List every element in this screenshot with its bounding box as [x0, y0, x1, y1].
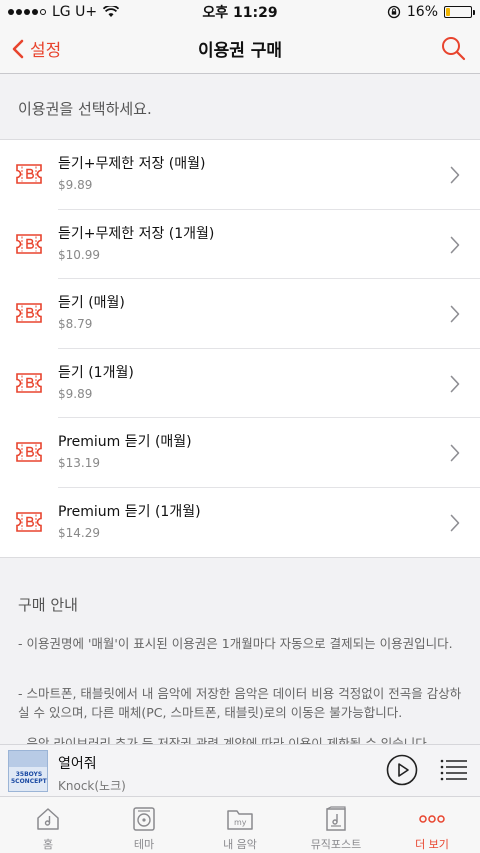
playlist-icon: [440, 759, 467, 781]
ticket-icon: [16, 303, 42, 323]
tab-music-post[interactable]: 뮤직포스트: [288, 797, 384, 853]
ticket-icon: [16, 372, 42, 393]
chevron-right-icon: [450, 305, 460, 323]
play-icon: [386, 754, 418, 786]
album-art-text: 35BOYS 5CONCEPTS: [11, 771, 48, 785]
item-text: 듣기 (매월) $8.79: [58, 294, 125, 331]
music-post-icon: [326, 806, 346, 831]
battery-icon: [444, 6, 475, 18]
item-title: Premium 듣기 (1개월): [58, 503, 201, 520]
item-price: $9.89: [58, 386, 93, 401]
ticket-icon: [16, 511, 42, 532]
my-music-icon: my: [227, 810, 253, 830]
page-title: 이용권 구매: [197, 41, 283, 61]
tab-label: 뮤직포스트: [310, 838, 362, 851]
carrier-label: LG U+: [52, 4, 98, 20]
item-price: $13.19: [58, 456, 100, 470]
status-right: 16%: [387, 4, 475, 20]
status-bar: LG U+ 오후 11:29 16%: [0, 0, 480, 24]
song-title: 열어줘: [58, 756, 97, 772]
list-item[interactable]: Premium 듣기 (매월) $13.19: [0, 418, 480, 488]
chevron-right-icon: [450, 514, 460, 531]
tab-theme[interactable]: 테마: [96, 797, 192, 853]
home-icon: [37, 808, 59, 830]
item-price: $9.89: [58, 178, 93, 192]
signal-strength-icon: [8, 9, 46, 15]
tab-label: 더 보기: [415, 838, 449, 851]
section-header: 이용권을 선택하세요.: [18, 100, 152, 118]
album-art-band: [9, 751, 47, 767]
back-button[interactable]: 설정: [12, 36, 61, 61]
item-text: 듣기 (1개월) $9.89: [58, 364, 134, 401]
item-title: 듣기+무제한 저장 (1개월): [58, 225, 215, 242]
item-price: $10.99: [58, 247, 100, 262]
mini-player[interactable]: 35BOYS 5CONCEPTS 열어줘 Knock(노크): [0, 744, 480, 796]
song-artist: Knock(노크): [58, 779, 126, 793]
playlist-button[interactable]: [440, 758, 468, 786]
ticket-icon: [16, 164, 42, 184]
item-text: 듣기+무제한 저장 (1개월) $10.99: [58, 225, 214, 262]
tab-label: 내 음악: [223, 838, 257, 851]
back-label: 설정: [30, 41, 62, 61]
status-left: LG U+: [8, 4, 120, 20]
tab-more[interactable]: 더 보기: [384, 797, 480, 853]
rotation-lock-icon: [387, 5, 401, 19]
list-item[interactable]: 듣기+무제한 저장 (1개월) $10.99: [0, 210, 480, 280]
info-title: 구매 안내: [18, 596, 78, 614]
list-item[interactable]: 듣기+무제한 저장 (매월) $9.89: [0, 140, 480, 210]
svg-text:my: my: [234, 818, 247, 827]
navigation-bar: 설정 이용권 구매: [0, 24, 480, 74]
wifi-icon: [103, 6, 120, 17]
list-item[interactable]: 듣기 (1개월) $9.89: [0, 349, 480, 419]
item-text: Premium 듣기 (1개월) $14.29: [58, 503, 201, 540]
theme-icon: [133, 807, 155, 831]
item-title: 듣기 (매월): [58, 295, 125, 311]
list-item[interactable]: 듣기 (매월) $8.79: [0, 279, 480, 349]
chevron-right-icon: [450, 444, 460, 462]
item-price: $8.79: [58, 317, 93, 331]
list-item[interactable]: Premium 듣기 (1개월) $14.29: [0, 488, 480, 558]
item-text: Premium 듣기 (매월) $13.19: [58, 433, 192, 470]
chevron-right-icon: [450, 236, 460, 253]
chevron-left-icon: [12, 39, 24, 58]
item-title: 듣기 (1개월): [58, 364, 134, 381]
item-title: Premium 듣기 (매월): [58, 434, 192, 450]
tab-my-music[interactable]: my 내 음악: [192, 797, 288, 853]
play-button[interactable]: [386, 754, 418, 790]
ticket-icon: [16, 233, 42, 254]
tab-home[interactable]: 홈: [0, 797, 96, 853]
item-text: 듣기+무제한 저장 (매월) $9.89: [58, 155, 205, 192]
chevron-right-icon: [450, 375, 460, 392]
search-icon: [442, 37, 466, 61]
chevron-right-icon: [450, 166, 460, 184]
more-icon: [419, 815, 445, 823]
info-line: - 스마트폰, 태블릿에서 내 음악에 저장한 음악은 데이터 비용 걱정없이 …: [18, 686, 462, 720]
battery-percent: 16%: [406, 4, 438, 20]
info-line: - 이용권명에 '매월'이 표시된 이용권은 1개월마다 자동으로 결제되는 이…: [18, 636, 453, 651]
item-title: 듣기+무제한 저장 (매월): [58, 156, 206, 172]
pass-list: 듣기+무제한 저장 (매월) $9.89 듣기+무제한 저장 (1개월) $10…: [0, 139, 480, 558]
album-art[interactable]: 35BOYS 5CONCEPTS: [8, 750, 48, 792]
search-button[interactable]: [440, 35, 466, 65]
tab-label: 테마: [133, 838, 155, 851]
ticket-icon: [16, 442, 42, 462]
tab-label: 홈: [42, 838, 54, 851]
song-info[interactable]: 열어줘 Knock(노크): [58, 753, 126, 794]
tab-bar: 홈 테마 my 내 음악 뮤직포스트 더 보기: [0, 796, 480, 853]
item-price: $14.29: [58, 525, 100, 540]
